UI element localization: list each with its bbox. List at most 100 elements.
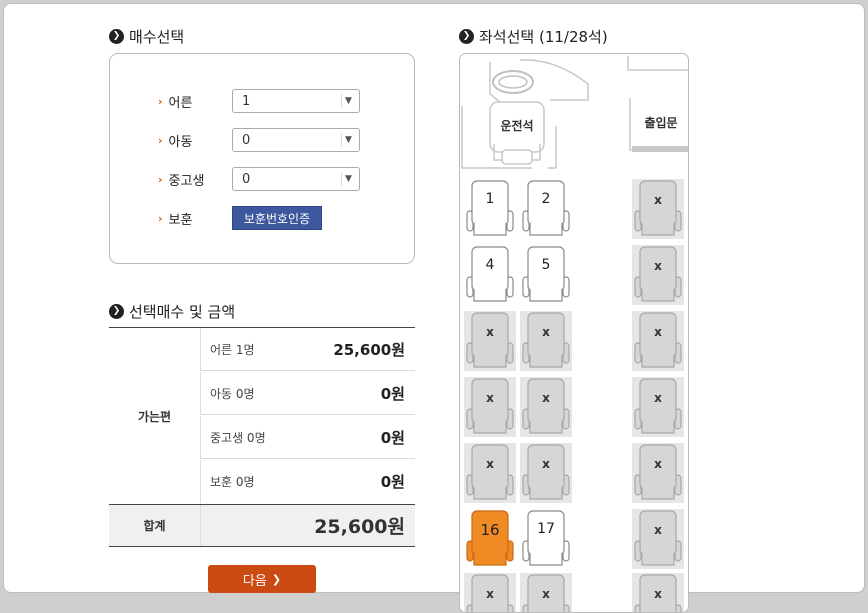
veteran-verify-button[interactable]: 보훈번호인증 xyxy=(232,206,322,230)
seat-number: x xyxy=(486,457,494,471)
seat-icon xyxy=(632,377,684,437)
seat-number: 17 xyxy=(537,521,555,537)
driver-seat-label: 운전석 xyxy=(500,119,534,133)
seat-taken: x xyxy=(464,573,516,612)
seat-17[interactable]: 17 xyxy=(520,509,572,569)
adult-qty-select[interactable]: 1 ▼ xyxy=(232,89,360,113)
seat-taken: x xyxy=(520,377,572,437)
total-label: 합계 xyxy=(143,519,166,533)
seat-icon xyxy=(522,246,570,302)
seat-number: x xyxy=(542,587,550,601)
seat-number: 16 xyxy=(480,521,500,539)
seat-section-title-text: 좌석선택 (11/28석) xyxy=(479,28,608,46)
seat-taken: x xyxy=(632,377,684,437)
total-amount: 25,600원 xyxy=(200,505,415,546)
seat-number: x xyxy=(486,325,494,339)
seat-icon xyxy=(466,246,514,302)
summary-section-title: ❯ 선택매수 및 금액 xyxy=(109,301,235,322)
seat-icon xyxy=(632,245,684,305)
student-label: › 중고생 xyxy=(158,170,204,189)
chevron-down-icon: ▼ xyxy=(341,172,355,186)
seat-number: x xyxy=(486,391,494,405)
seat-5[interactable]: 5 xyxy=(520,245,572,305)
summary-row-label: 어른 1명 xyxy=(210,342,255,357)
arrow-right-icon: › xyxy=(158,94,163,108)
seat-number: x xyxy=(654,587,662,601)
student-qty-value: 0 xyxy=(242,171,251,187)
seat-taken: x xyxy=(632,311,684,371)
next-button-label: 다음 xyxy=(242,573,267,589)
chevron-right-icon: ❯ xyxy=(109,29,124,44)
child-label: › 아동 xyxy=(158,131,192,150)
seat-icon xyxy=(464,311,516,371)
seat-number: 1 xyxy=(485,191,495,207)
seat-icon xyxy=(520,377,572,437)
seat-number: x xyxy=(654,523,662,537)
seat-taken: x xyxy=(464,377,516,437)
seat-section-title: ❯ 좌석선택 (11/28석) xyxy=(459,26,608,47)
seat-taken: x xyxy=(632,573,684,612)
chevron-down-icon: ▼ xyxy=(341,133,355,147)
child-label-text: 아동 xyxy=(168,134,193,150)
arrow-right-icon: › xyxy=(158,211,163,225)
seat-number: x xyxy=(654,193,662,207)
child-qty-select[interactable]: 0 ▼ xyxy=(232,128,360,152)
seat-taken: x xyxy=(632,443,684,503)
seat-icon xyxy=(464,443,516,503)
child-qty-value: 0 xyxy=(242,132,251,148)
adult-qty-value: 1 xyxy=(242,93,251,109)
veteran-label: › 보훈 xyxy=(158,209,192,228)
summary-row-amount: 0원 xyxy=(380,473,405,491)
summary-row-amount: 25,600원 xyxy=(333,340,405,359)
qty-row-student: › 중고생 0 ▼ xyxy=(110,167,414,191)
seat-icon xyxy=(466,510,514,566)
summary-section-title-text: 선택매수 및 금액 xyxy=(129,303,236,321)
qty-row-child: › 아동 0 ▼ xyxy=(110,128,414,152)
direction-label: 가는편 xyxy=(137,409,172,424)
seat-taken: x xyxy=(464,311,516,371)
summary-row-label: 아동 0명 xyxy=(210,386,255,401)
seat-1[interactable]: 1 xyxy=(464,179,516,239)
summary-row-label: 중고생 0명 xyxy=(210,430,266,445)
seat-number: x xyxy=(654,259,662,273)
chevron-right-icon: ❯ xyxy=(271,572,282,586)
seat-16[interactable]: 16 xyxy=(464,509,516,569)
seat-icon xyxy=(464,377,516,437)
seat-icon xyxy=(632,179,684,239)
summary-row-child: 아동 0명 0원 xyxy=(200,372,415,415)
next-button[interactable]: 다음 ❯ xyxy=(208,565,316,593)
seat-number: x xyxy=(654,457,662,471)
adult-label-text: 어른 xyxy=(168,95,193,111)
seat-number: x xyxy=(542,391,550,405)
chevron-right-icon: ❯ xyxy=(459,29,474,44)
seat-icon xyxy=(632,311,684,371)
seat-icon xyxy=(632,443,684,503)
summary-row-amount: 0원 xyxy=(380,428,405,447)
seat-icon xyxy=(466,180,514,236)
summary-row-label: 보훈 0명 xyxy=(210,475,255,489)
summary-row-student: 중고생 0명 0원 xyxy=(200,416,415,459)
veteran-label-text: 보훈 xyxy=(168,212,193,228)
entrance-label: 출입문 xyxy=(644,116,678,130)
qty-section-title: ❯ 매수선택 xyxy=(109,26,184,47)
summary-row-adult: 어른 1명 25,600원 xyxy=(200,328,415,371)
adult-label: › 어른 xyxy=(158,92,192,111)
seat-4[interactable]: 4 xyxy=(464,245,516,305)
chevron-down-icon: ▼ xyxy=(341,94,355,108)
seat-taken: x xyxy=(520,311,572,371)
summary-total-row: 합계 25,600원 xyxy=(109,504,415,547)
seat-taken: x xyxy=(632,245,684,305)
seat-icon xyxy=(520,311,572,371)
qty-box: › 어른 1 ▼ › 아동 0 ▼ › 중고생 0 ▼ › 보훈 보훈번호인증 xyxy=(109,53,415,264)
summary-row-amount: 0원 xyxy=(380,384,405,403)
seat-2[interactable]: 2 xyxy=(520,179,572,239)
student-qty-select[interactable]: 0 ▼ xyxy=(232,167,360,191)
seat-icon xyxy=(632,509,684,569)
summary-table: 가는편 어른 1명 25,600원 아동 0명 0원 중고생 0명 0원 보훈 … xyxy=(109,327,415,547)
seat-taken: x xyxy=(464,443,516,503)
qty-section-title-text: 매수선택 xyxy=(129,28,185,46)
seat-number: x xyxy=(654,391,662,405)
seat-icon xyxy=(522,180,570,236)
seat-number: x xyxy=(542,325,550,339)
seat-taken: x xyxy=(632,509,684,569)
